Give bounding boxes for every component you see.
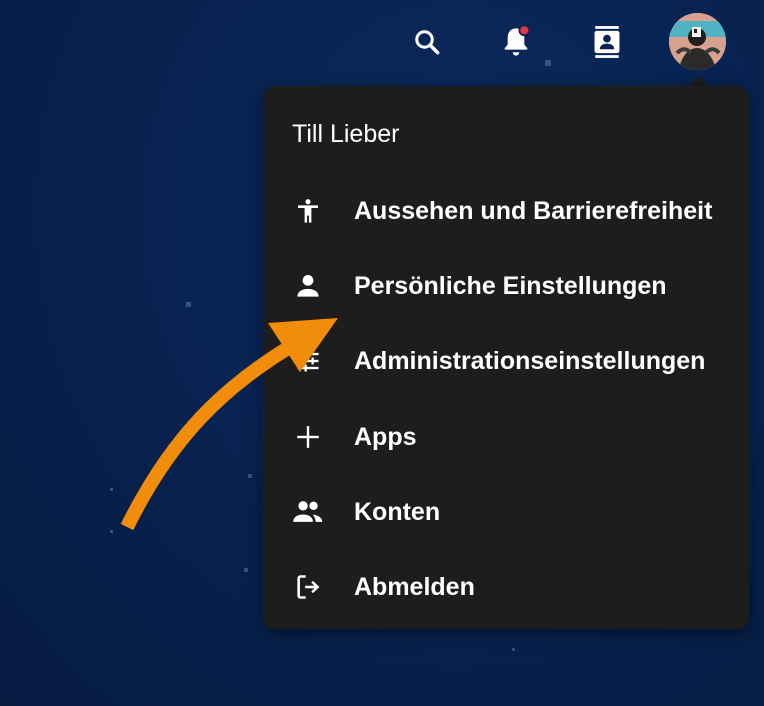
background-speck [545,60,551,66]
menu-item-label: Persönliche Einstellungen [354,271,667,300]
user-avatar[interactable] [669,13,726,70]
user-menu: Till Lieber Aussehen und Barrierefreihei… [263,86,749,629]
menu-item-logout[interactable]: Abmelden [263,557,749,617]
logout-icon [292,571,324,603]
menu-item-label: Aussehen und Barrierefreiheit [354,196,713,225]
background-speck [248,474,252,478]
menu-item-admin-settings[interactable]: Administrationseinstellungen [263,331,749,391]
contacts-icon [594,26,620,58]
menu-item-label: Konten [354,497,441,526]
accounts-icon [292,496,324,528]
avatar-image [669,13,726,70]
menu-item-personal-settings[interactable]: Persönliche Einstellungen [263,256,749,316]
search-icon [415,30,440,55]
admin-settings-icon [292,345,324,377]
menu-item-accounts[interactable]: Konten [263,482,749,542]
background-speck [186,302,191,307]
accessibility-icon [292,195,324,227]
notifications-button[interactable] [498,22,534,62]
bell-icon [504,24,531,56]
person-icon [292,270,324,302]
menu-item-label: Apps [354,422,417,451]
menu-item-label: Administrationseinstellungen [354,346,706,375]
search-button[interactable] [409,22,445,62]
notification-dot [518,24,531,37]
background-speck [110,488,113,491]
plus-icon [292,421,324,453]
background-speck [512,648,515,651]
contacts-button[interactable] [589,22,625,62]
background-speck [110,530,113,533]
menu-user-name: Till Lieber [292,120,400,148]
menu-item-label: Abmelden [354,572,475,601]
background-speck [244,568,248,572]
menu-item-apps[interactable]: Apps [263,407,749,467]
menu-item-appearance[interactable]: Aussehen und Barrierefreiheit [263,181,749,241]
